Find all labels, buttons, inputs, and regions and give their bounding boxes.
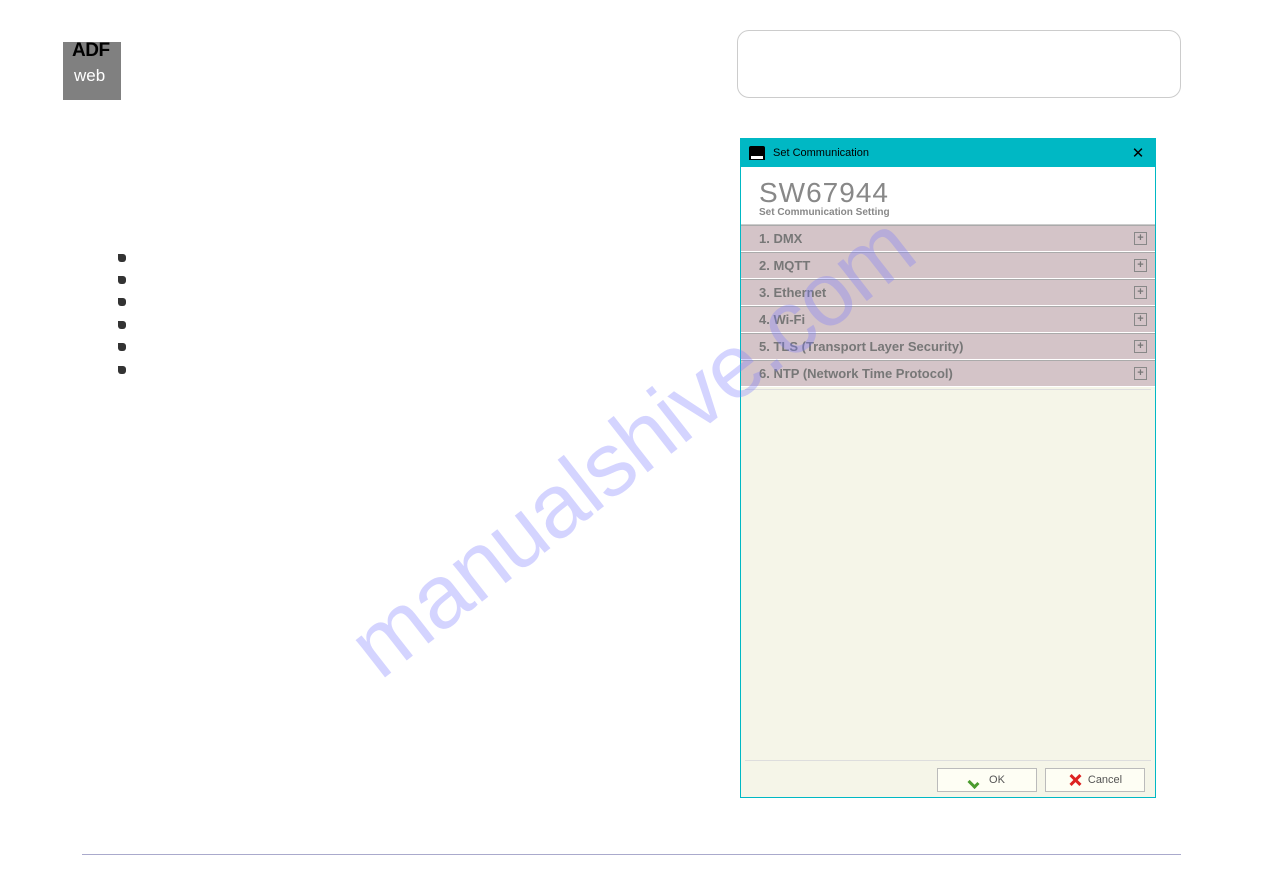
- cross-icon: [1068, 773, 1082, 787]
- logo-text-bottom: web: [74, 66, 105, 86]
- section-row-ntp[interactable]: 6. NTP (Network Time Protocol) +: [741, 360, 1155, 387]
- close-icon[interactable]: ✕: [1129, 144, 1147, 162]
- section-label: 6. NTP (Network Time Protocol): [759, 366, 953, 381]
- ok-label: OK: [989, 774, 1005, 786]
- window-header: SW67944 Set Communication Setting: [741, 167, 1155, 225]
- bullet-label: Ethernet: [138, 297, 183, 311]
- section-label: 2. MQTT: [759, 258, 810, 273]
- section-label: 3. Ethernet: [759, 285, 826, 300]
- body-text: SET COMMUNICATION: By Pressing the "Set …: [82, 140, 702, 386]
- logo-text-top: ADF: [72, 40, 110, 62]
- header-right-line2: DMX / MQTT - Converter: [752, 55, 1166, 71]
- header-left-line2: ADFweb.com: [132, 67, 270, 82]
- header-left-line1: Industrial Electronic Devices: [132, 52, 270, 67]
- document-page: ADF web Industrial Electronic Devices AD…: [0, 0, 1263, 893]
- expand-icon[interactable]: +: [1134, 232, 1147, 245]
- bullet-icon: [118, 343, 126, 351]
- footer-left: ADFweb.com S.r.l.: [82, 868, 165, 879]
- app-icon: [749, 146, 765, 160]
- check-icon: [969, 775, 983, 785]
- section-row-tls[interactable]: 5. TLS (Transport Layer Security) +: [741, 333, 1155, 360]
- section-row-ethernet[interactable]: 3. Ethernet +: [741, 279, 1155, 306]
- section-title: SET COMMUNICATION:: [82, 140, 702, 157]
- footer-center: INDUSTRIAL ELECTRONIC DEVICES: [545, 868, 718, 879]
- section-list: 1. DMX+ 2. MQTT+ 3. Ethernet+ 4. Wi-Fi+ …: [741, 225, 1155, 387]
- bullet-item: Wi-Fi: [118, 319, 702, 336]
- bullet-label: DMX: [138, 253, 165, 267]
- bullet-label: MQTT: [138, 275, 172, 289]
- header-title: SW67944: [759, 177, 1137, 209]
- bullet-label: NTP (Network Time Protocol): [138, 365, 294, 379]
- bullet-label: Wi-Fi: [138, 320, 166, 334]
- header-right-box: User Manual DMX / MQTT - Converter Docum…: [737, 30, 1181, 98]
- section-row-wifi[interactable]: 4. Wi-Fi +: [741, 306, 1155, 333]
- header-subtitle: Set Communication Setting: [759, 207, 1137, 218]
- bullet-item: NTP (Network Time Protocol): [118, 364, 702, 381]
- section-row-dmx[interactable]: 1. DMX +: [741, 225, 1155, 252]
- paragraph-1: By Pressing the "Set Communication" butt…: [82, 171, 702, 206]
- section-label: 1. DMX: [759, 231, 802, 246]
- ok-button[interactable]: OK: [937, 768, 1037, 792]
- window-title: Set Communication: [773, 147, 869, 159]
- footer-divider: [82, 854, 1181, 855]
- cancel-label: Cancel: [1088, 774, 1122, 786]
- bullet-icon: [118, 254, 126, 262]
- button-bar: OK Cancel: [741, 763, 1155, 797]
- section-label: 4. Wi-Fi: [759, 312, 805, 327]
- section-label: 5. TLS (Transport Layer Security): [759, 339, 963, 354]
- expand-icon[interactable]: +: [1134, 367, 1147, 380]
- paragraph-2: The window is divided in different secti…: [82, 220, 702, 237]
- bullet-icon: [118, 366, 126, 374]
- expand-icon[interactable]: +: [1134, 313, 1147, 326]
- titlebar[interactable]: Set Communication ✕: [741, 139, 1155, 167]
- bullet-item: TLS (Transport Layer Security): [118, 341, 702, 358]
- header-right-line1: User Manual: [752, 39, 1166, 55]
- bullet-item: DMX: [118, 252, 702, 269]
- expand-icon[interactable]: +: [1134, 286, 1147, 299]
- window-body-empty: [745, 389, 1151, 761]
- bullet-icon: [118, 276, 126, 284]
- section-row-mqtt[interactable]: 2. MQTT +: [741, 252, 1155, 279]
- bullet-item: Ethernet: [118, 296, 702, 313]
- cancel-button[interactable]: Cancel: [1045, 768, 1145, 792]
- footer-right: www.adfweb.com: [1103, 868, 1181, 879]
- header-left-text: Industrial Electronic Devices ADFweb.com: [132, 52, 270, 83]
- bullet-icon: [118, 298, 126, 306]
- bullet-list: DMX MQTT Ethernet Wi-Fi TLS (Transport L…: [118, 252, 702, 381]
- bullet-icon: [118, 321, 126, 329]
- expand-icon[interactable]: +: [1134, 259, 1147, 272]
- expand-icon[interactable]: +: [1134, 340, 1147, 353]
- header-right-line3: Document code: MN67944_ENG Revision 1.00…: [752, 71, 1166, 87]
- set-communication-window: Set Communication ✕ SW67944 Set Communic…: [740, 138, 1156, 798]
- bullet-label: TLS (Transport Layer Security): [138, 342, 302, 356]
- bullet-item: MQTT: [118, 274, 702, 291]
